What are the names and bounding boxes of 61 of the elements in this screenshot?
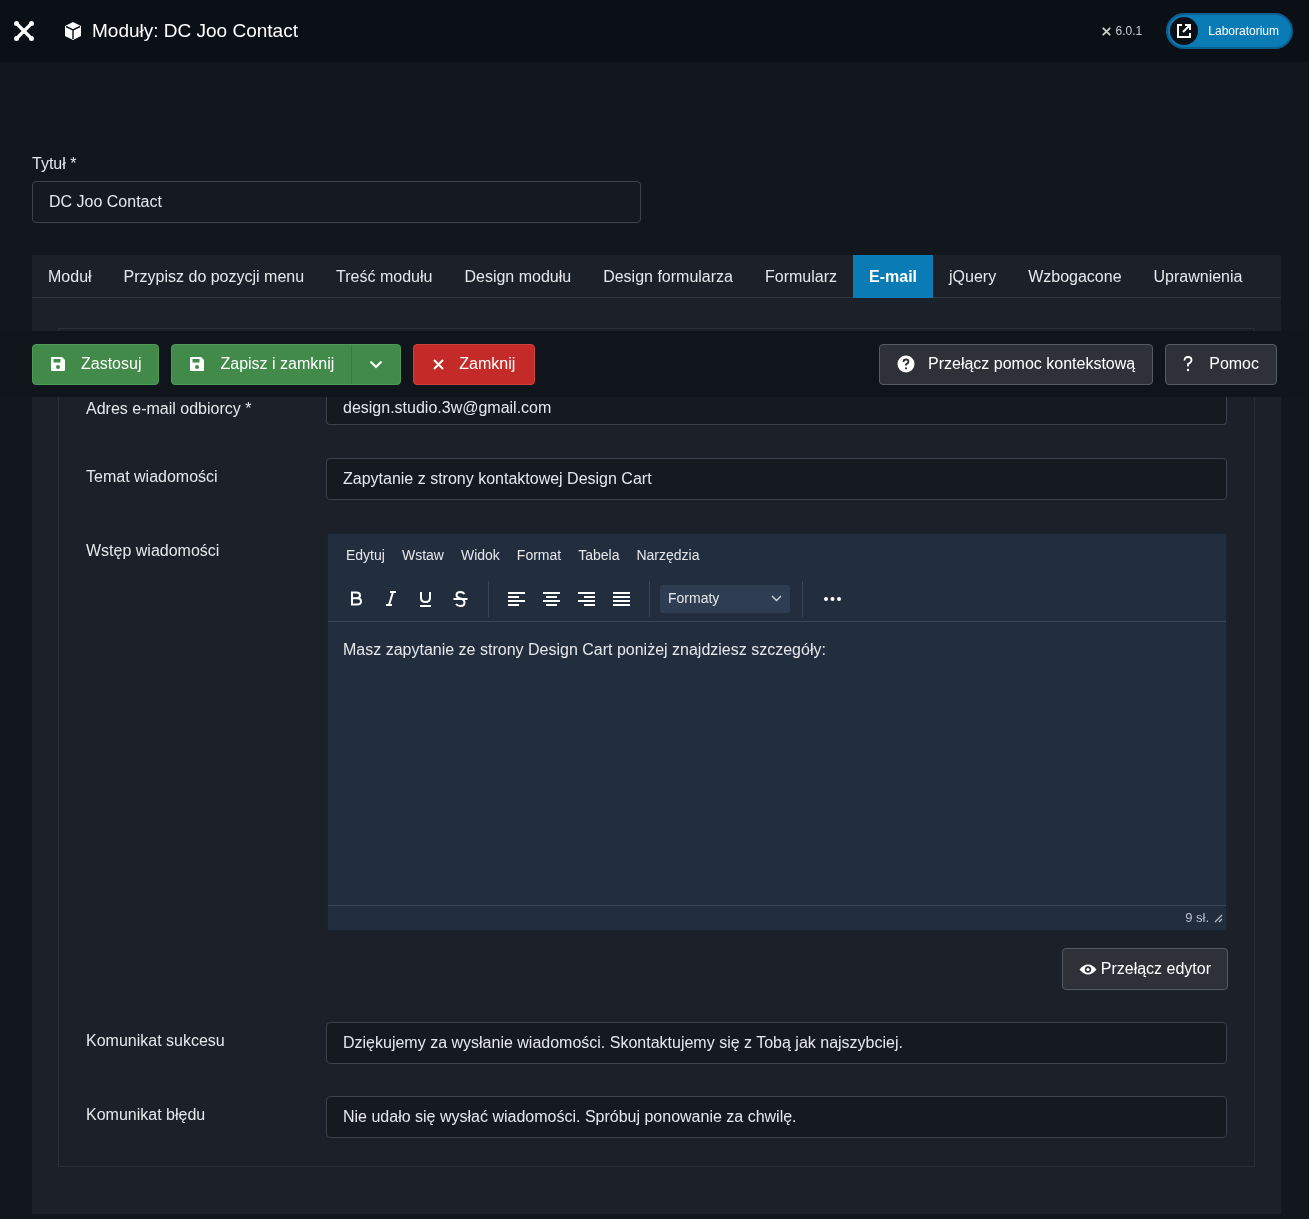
apply-button[interactable]: Zastosuj: [32, 343, 160, 385]
external-link-icon: [1170, 17, 1199, 45]
align-center-icon: [543, 591, 560, 606]
tab[interactable]: Przypisz do pozycji menu: [107, 255, 321, 298]
bold-icon: [349, 591, 362, 606]
menu-item[interactable]: Wstaw: [393, 544, 452, 566]
chevron-down-icon: [369, 359, 384, 369]
underline-icon: [419, 590, 432, 607]
page-title: Moduły: DC Joo Contact: [92, 18, 298, 43]
menu-item[interactable]: Format: [508, 544, 570, 566]
formats-dropdown[interactable]: Formaty: [660, 584, 790, 613]
tab[interactable]: Wzbogacone: [1012, 255, 1138, 298]
strikethrough-icon: [453, 590, 468, 607]
input-field[interactable]: Zapytanie z strony kontaktowej Design Cart: [326, 458, 1227, 500]
tab[interactable]: Formularz: [749, 255, 853, 298]
tab[interactable]: E-mail: [853, 255, 933, 298]
eye-icon: [1078, 962, 1097, 976]
logo-icon: [1100, 25, 1112, 37]
cube-icon: [63, 21, 83, 41]
chevron-down-icon: [771, 595, 782, 602]
menu-item[interactable]: Tabela: [570, 544, 628, 566]
field-label: Tytuł *: [32, 154, 78, 174]
close-button[interactable]: Zamknij: [413, 343, 536, 385]
tab[interactable]: Design formularza: [587, 255, 749, 298]
question-icon: [1183, 356, 1194, 372]
title-input[interactable]: DC Joo Contact: [32, 181, 641, 223]
italic-icon: [385, 591, 396, 606]
close-icon: [433, 358, 445, 370]
align-right-icon: [578, 591, 595, 606]
rich-text-editor[interactable]: Edytuj Wstaw Widok Format Tabela Narzędzia Formaty Masz zapytanie ze strony Design Cart poniżej znajdziesz szczegóły: 9 sł.: [326, 532, 1228, 932]
tab[interactable]: Moduł: [32, 255, 108, 298]
toggle-editor-button[interactable]: Przełącz edytor: [1061, 948, 1228, 990]
field-label: Wstęp wiadomości: [86, 541, 221, 561]
menu-item[interactable]: Widok: [452, 544, 508, 566]
tab[interactable]: Treść modułu: [320, 255, 449, 298]
logo-icon[interactable]: [12, 19, 36, 43]
more-icon: [824, 596, 841, 601]
input-field[interactable]: Nie udało się wysłać wiadomości. Spróbuj ponowanie za chwilę.: [326, 1096, 1227, 1138]
menu-item[interactable]: Narzędzia: [628, 544, 708, 566]
input-field[interactable]: Dziękujemy za wysłanie wiadomości. Skontaktujemy się z Tobą jak najszybciej.: [326, 1022, 1227, 1064]
word-count: 9 sł.: [1185, 909, 1209, 928]
justify-icon: [613, 591, 630, 606]
save-icon: [50, 356, 66, 372]
question-circle-icon: [897, 355, 915, 373]
field-label: Temat wiadomości: [86, 467, 219, 487]
resize-handle-icon[interactable]: [1213, 913, 1223, 923]
field-label: Komunikat błędu: [86, 1105, 207, 1125]
field-label: Adres e-mail odbiorcy *: [86, 399, 253, 419]
tab[interactable]: jQuery: [933, 255, 1013, 298]
save-icon: [189, 356, 206, 372]
site-button[interactable]: Laboratorium: [1166, 13, 1293, 49]
editor-text: Masz zapytanie ze strony Design Cart poniżej znajdziesz szczegóły:: [343, 640, 827, 660]
tab[interactable]: Design modułu: [448, 255, 588, 298]
input-field[interactable]: design.studio.3w@gmail.com: [326, 397, 1227, 425]
help-button[interactable]: Pomoc: [1165, 343, 1277, 385]
version-label: 6.0.1: [1115, 23, 1143, 40]
tab[interactable]: Uprawnienia: [1137, 255, 1259, 298]
menu-item[interactable]: Edytuj: [338, 544, 393, 566]
align-left-icon: [508, 591, 525, 606]
help-toggle-button[interactable]: Przełącz pomoc kontekstową: [879, 343, 1154, 385]
field-label: Komunikat sukcesu: [86, 1031, 226, 1051]
